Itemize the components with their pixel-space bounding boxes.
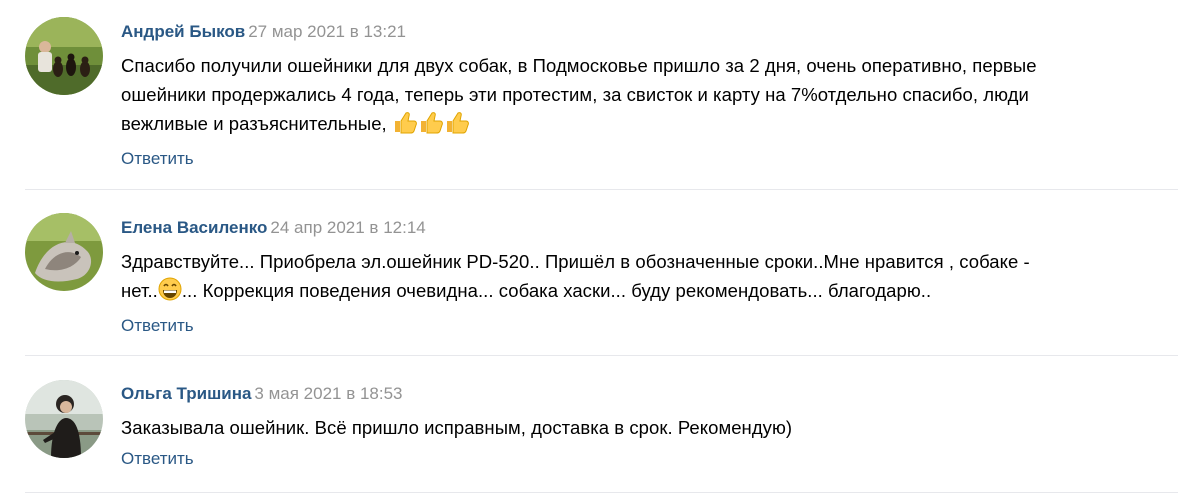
thumbs-up-icon: [392, 110, 418, 142]
comment-body: Андрей Быков 27 мар 2021 в 13:21 Спасибо …: [121, 21, 1160, 170]
comment-text-fragment: нет..: [121, 280, 158, 301]
comment-text-line: Спасибо получили ошейники для двух собак…: [121, 55, 1037, 76]
reply-button[interactable]: Ответить: [121, 315, 194, 337]
comment-text-line: Заказывала ошейник. Всё пришло исправным…: [121, 417, 793, 438]
comment-item: Ольга Тришина 3 мая 2021 в 18:53 Заказыва…: [0, 356, 1200, 493]
comment-body: Ольга Тришина 3 мая 2021 в 18:53 Заказыва…: [121, 383, 1160, 470]
comment-text: Спасибо получили ошейники для двух собак…: [121, 51, 1160, 142]
reply-button[interactable]: Ответить: [121, 148, 194, 170]
avatar[interactable]: [25, 17, 103, 95]
comment-text-line: ошейники продержались 4 года, теперь эти…: [121, 84, 1029, 105]
comment-header: Ольга Тришина 3 мая 2021 в 18:53: [121, 383, 1160, 405]
comment-text: Здравствуйте... Приобрела эл.ошейник PD-…: [121, 247, 1160, 309]
comment-text-line: вежливые и разъяснительные,: [121, 113, 387, 134]
divider: [25, 492, 1178, 493]
author-name[interactable]: Елена Василенко: [121, 218, 267, 237]
comment-text: Заказывала ошейник. Всё пришло исправным…: [121, 413, 1160, 442]
thumbs-up-icon: [418, 110, 444, 142]
comment-text-line: Здравствуйте... Приобрела эл.ошейник PD-…: [121, 251, 1030, 272]
avatar-photo-husky-dog: [25, 213, 103, 291]
comment-header: Елена Василенко 24 апр 2021 в 12:14: [121, 217, 1160, 239]
comment-date[interactable]: 24 апр 2021 в 12:14: [270, 218, 425, 237]
author-name[interactable]: Андрей Быков: [121, 22, 245, 41]
reply-button[interactable]: Ответить: [121, 448, 194, 470]
author-name[interactable]: Ольга Тришина: [121, 384, 251, 403]
avatar[interactable]: [25, 213, 103, 291]
avatar-photo-woman-outdoors: [25, 380, 103, 458]
grinning-face-icon: [158, 277, 182, 309]
comment-item: Елена Василенко 24 апр 2021 в 12:14 Здрав…: [0, 190, 1200, 356]
comment-text-fragment: ... Коррекция поведения очевидна... соба…: [181, 280, 932, 301]
thumbs-up-icon: [444, 110, 470, 142]
avatar[interactable]: [25, 380, 103, 458]
avatar-photo-man-with-dogs: [25, 17, 103, 95]
comment-date[interactable]: 3 мая 2021 в 18:53: [254, 384, 402, 403]
comment-item: Андрей Быков 27 мар 2021 в 13:21 Спасибо …: [0, 0, 1200, 190]
comment-header: Андрей Быков 27 мар 2021 в 13:21: [121, 21, 1160, 43]
comments-list: Андрей Быков 27 мар 2021 в 13:21 Спасибо …: [0, 0, 1200, 504]
comment-body: Елена Василенко 24 апр 2021 в 12:14 Здрав…: [121, 217, 1160, 337]
comment-date[interactable]: 27 мар 2021 в 13:21: [248, 22, 406, 41]
